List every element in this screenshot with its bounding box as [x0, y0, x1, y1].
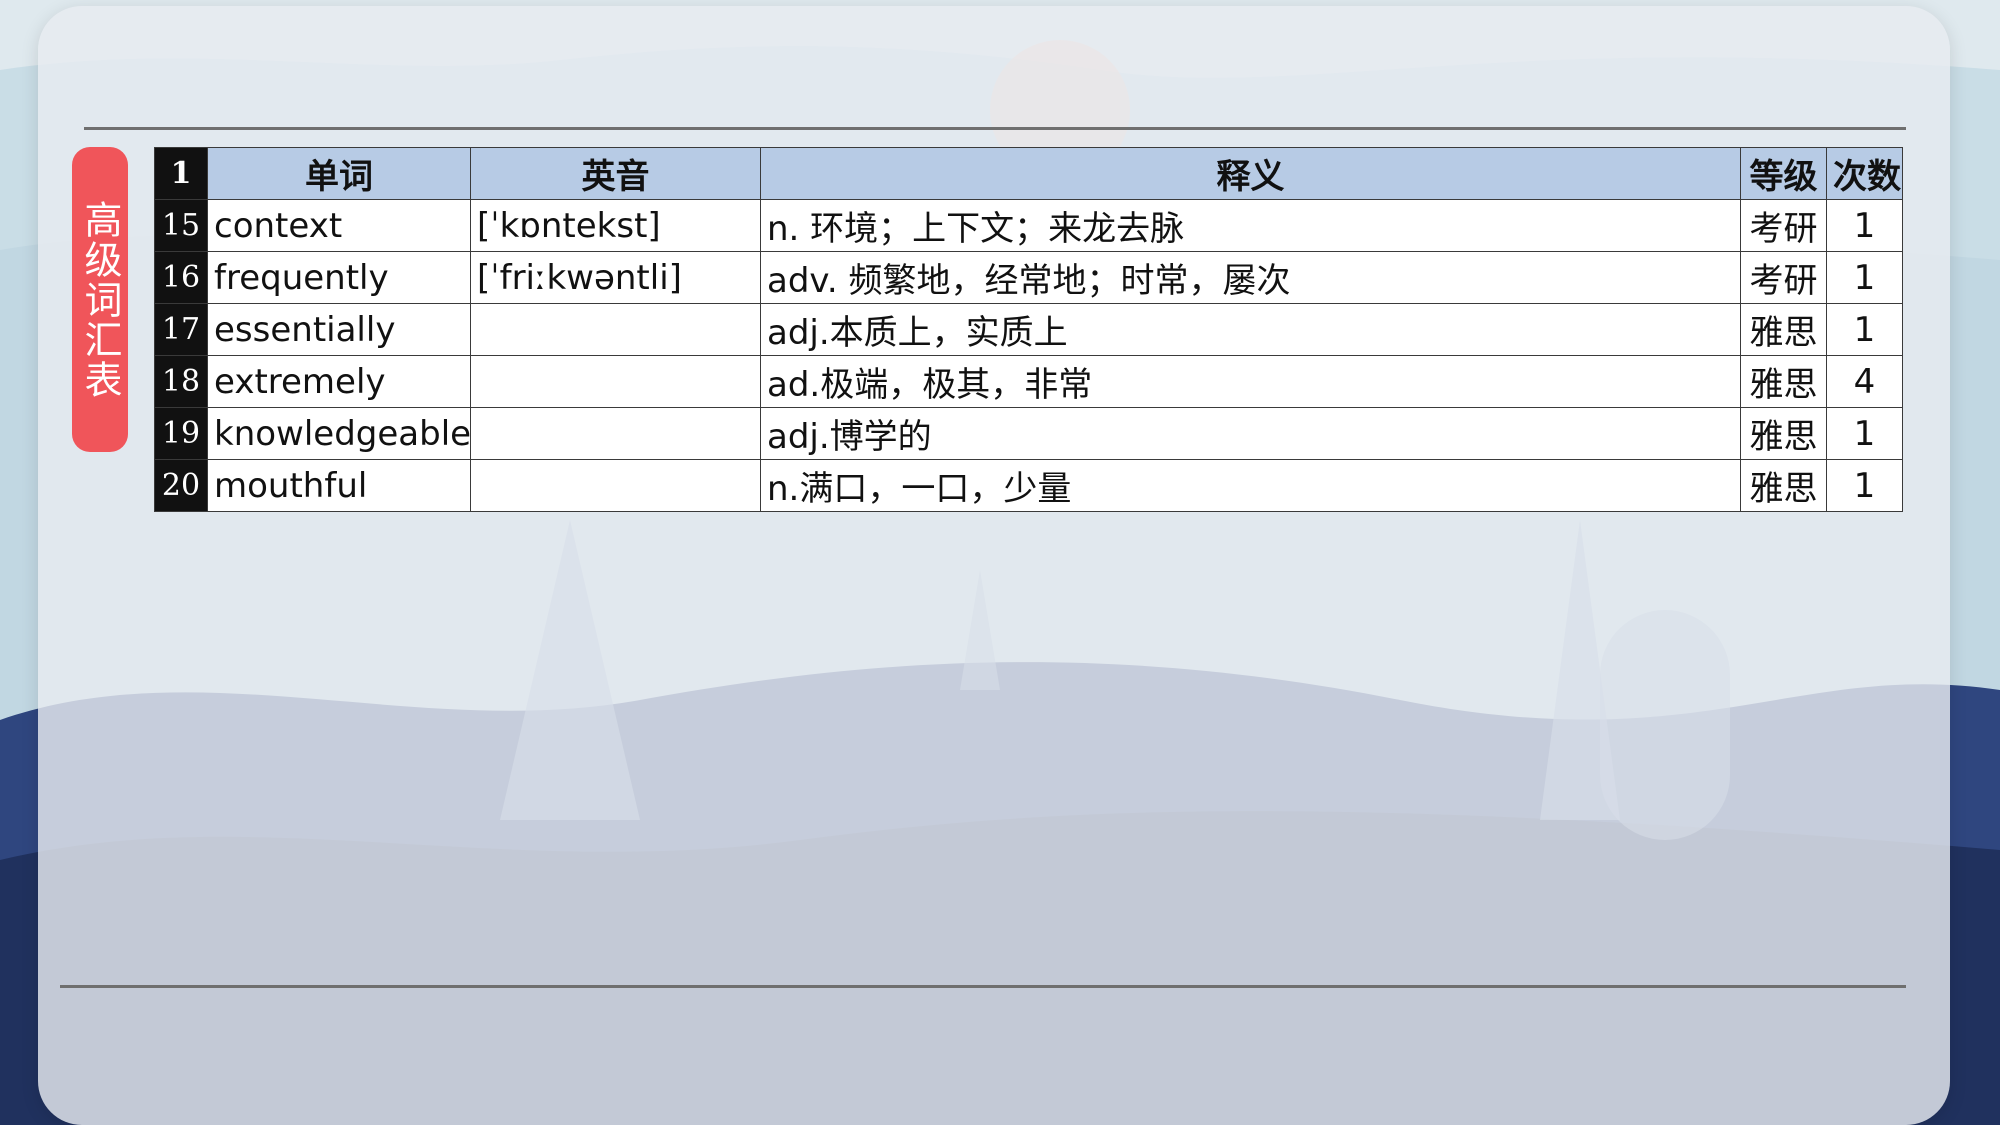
row-word: frequently: [207, 251, 471, 304]
row-index: 19: [154, 407, 208, 460]
row-index: 17: [154, 303, 208, 356]
row-level: 雅思: [1740, 303, 1827, 356]
row-phonetic: [470, 459, 761, 512]
row-meaning: n. 环境；上下文；来龙去脉: [760, 199, 1741, 252]
row-count: 1: [1826, 459, 1903, 512]
header-meaning: 释义: [760, 147, 1741, 200]
row-meaning: adv. 频繁地，经常地；时常，屡次: [760, 251, 1741, 304]
row-level: 考研: [1740, 251, 1827, 304]
row-count: 1: [1826, 407, 1903, 460]
header-level: 等级: [1740, 147, 1827, 200]
table-row: 19 knowledgeable adj.博学的 雅思 1: [154, 407, 1903, 460]
bottom-divider: [60, 985, 1906, 988]
row-level: 雅思: [1740, 355, 1827, 408]
table-header-row: 1 单词 英音 释义 等级 次数: [154, 147, 1903, 200]
row-phonetic: [ˈkɒntekst]: [470, 199, 761, 252]
table-row: 15 context [ˈkɒntekst] n. 环境；上下文；来龙去脉 考研…: [154, 199, 1903, 252]
row-word: knowledgeable: [207, 407, 471, 460]
row-index: 18: [154, 355, 208, 408]
row-level: 雅思: [1740, 459, 1827, 512]
row-index: 16: [154, 251, 208, 304]
row-phonetic: [470, 303, 761, 356]
header-word: 单词: [207, 147, 471, 200]
row-level: 考研: [1740, 199, 1827, 252]
row-meaning: adj.本质上，实质上: [760, 303, 1741, 356]
row-meaning: ad.极端，极其，非常: [760, 355, 1741, 408]
row-word: mouthful: [207, 459, 471, 512]
table-row: 18 extremely ad.极端，极其，非常 雅思 4: [154, 355, 1903, 408]
row-meaning: n.满口，一口，少量: [760, 459, 1741, 512]
side-title-badge: 高级词汇表: [72, 147, 128, 452]
row-phonetic: [470, 355, 761, 408]
row-count: 1: [1826, 199, 1903, 252]
top-divider: [84, 127, 1906, 130]
vocabulary-table: 1 单词 英音 释义 等级 次数 15 context [ˈkɒntekst] …: [154, 147, 1903, 512]
row-word: extremely: [207, 355, 471, 408]
row-index: 15: [154, 199, 208, 252]
table-row: 20 mouthful n.满口，一口，少量 雅思 1: [154, 459, 1903, 512]
table-row: 16 frequently [ˈfriːkwəntli] adv. 频繁地，经常…: [154, 251, 1903, 304]
table-row: 17 essentially adj.本质上，实质上 雅思 1: [154, 303, 1903, 356]
header-phonetic: 英音: [470, 147, 761, 200]
row-word: essentially: [207, 303, 471, 356]
row-count: 4: [1826, 355, 1903, 408]
row-meaning: adj.博学的: [760, 407, 1741, 460]
row-index: 20: [154, 459, 208, 512]
row-phonetic: [ˈfriːkwəntli]: [470, 251, 761, 304]
row-word: context: [207, 199, 471, 252]
header-count: 次数: [1826, 147, 1903, 200]
row-count: 1: [1826, 303, 1903, 356]
row-count: 1: [1826, 251, 1903, 304]
header-index: 1: [154, 147, 208, 200]
row-phonetic: [470, 407, 761, 460]
row-level: 雅思: [1740, 407, 1827, 460]
